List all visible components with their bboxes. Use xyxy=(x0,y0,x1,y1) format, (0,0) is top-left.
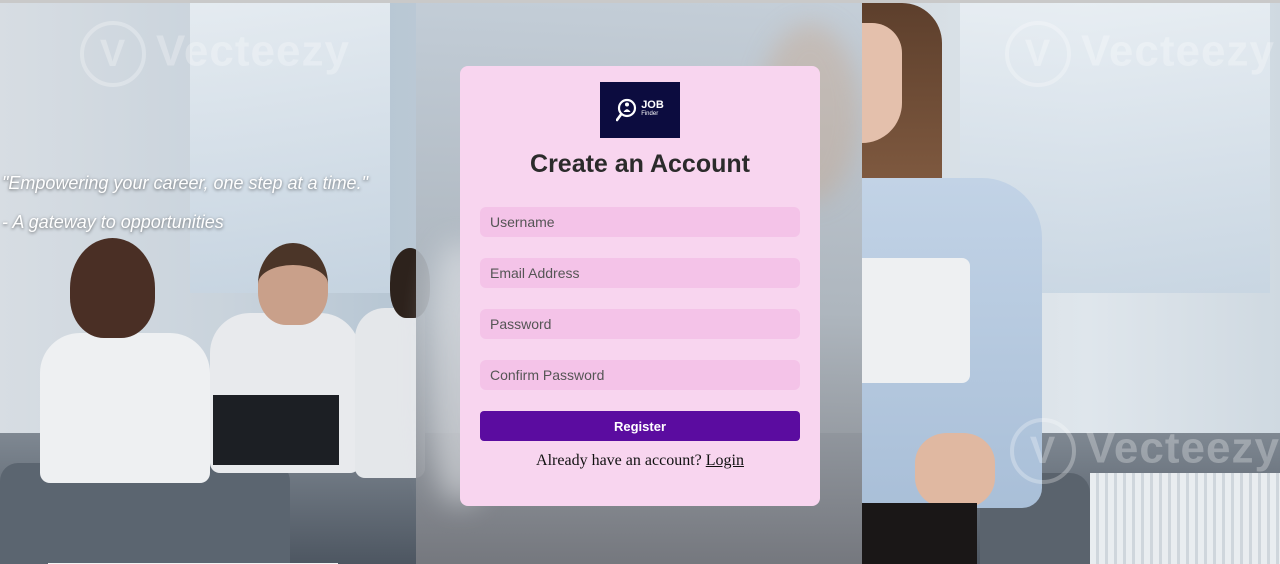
quote-attribution: - A gateway to opportunities xyxy=(2,212,224,232)
job-finder-logo: JOB Finder xyxy=(600,82,680,138)
watermark-logo-icon: V xyxy=(1010,418,1076,484)
confirm-password-input[interactable] xyxy=(480,360,800,390)
register-button[interactable]: Register xyxy=(480,411,800,441)
logo-wordmark: JOB Finder xyxy=(641,100,664,119)
login-link[interactable]: Login xyxy=(706,452,744,469)
login-prompt: Already have an account? Login xyxy=(480,452,800,470)
registration-card: JOB Finder Create an Account Register Al… xyxy=(460,66,820,506)
watermark-logo-icon: V xyxy=(1005,21,1071,87)
username-input[interactable] xyxy=(480,207,800,237)
watermark-logo-icon: V xyxy=(80,21,146,87)
watermark: V Vecteezy xyxy=(1010,418,1280,484)
form-title: Create an Account xyxy=(530,150,750,178)
watermark: V Vecteezy xyxy=(1005,21,1275,87)
watermark: V Vecteezy xyxy=(80,21,350,87)
magnifier-person-icon xyxy=(616,98,637,122)
email-input[interactable] xyxy=(480,258,800,288)
tagline-quote: "Empowering your career, one step at a t… xyxy=(2,173,368,251)
login-prompt-text: Already have an account? xyxy=(536,452,702,469)
logo-line-finder: Finder xyxy=(641,111,659,117)
quote-line: "Empowering your career, one step at a t… xyxy=(2,173,368,193)
password-input[interactable] xyxy=(480,309,800,339)
